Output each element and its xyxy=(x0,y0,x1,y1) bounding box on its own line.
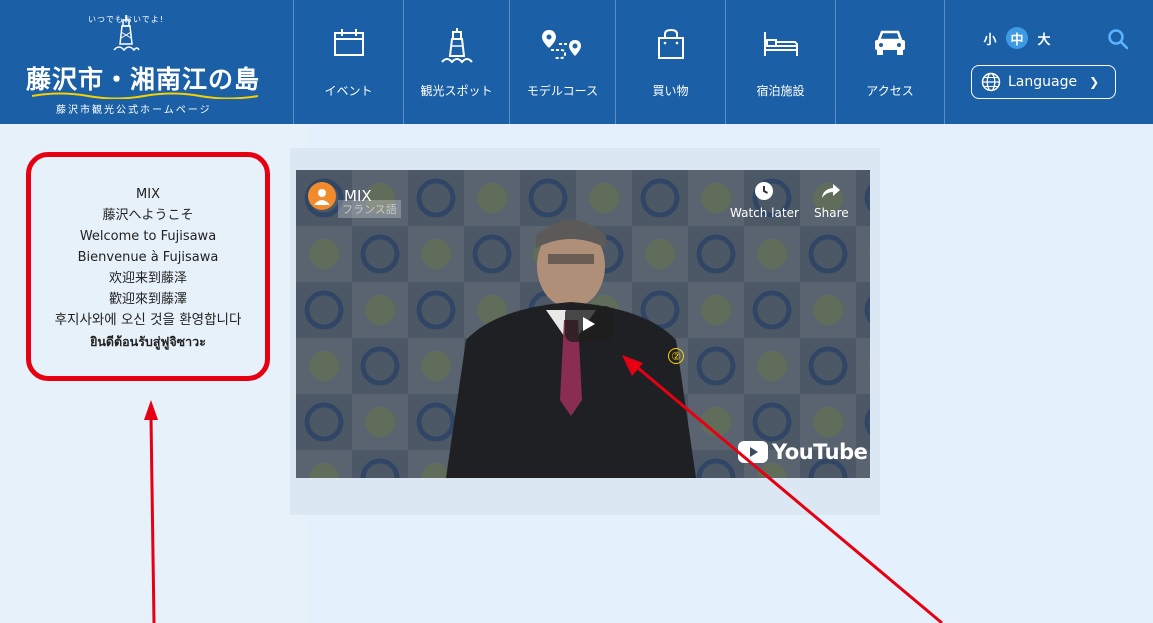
globe-icon xyxy=(981,72,1001,92)
logo-subtitle: 藤沢市観光公式ホームページ xyxy=(56,105,212,116)
calendar-icon xyxy=(333,29,364,56)
header-tools: 小 中 大 Language ❯ xyxy=(945,0,1153,124)
play-button[interactable] xyxy=(565,306,613,342)
nav-item-access[interactable]: アクセス xyxy=(835,0,945,124)
greeting-line: 藤沢へようこそ xyxy=(102,207,194,223)
greeting-line: Welcome to Fujisawa xyxy=(79,228,217,244)
logo-wave xyxy=(32,92,258,99)
site-header: いつでもおいでよ! 藤沢市・湘南江の島 藤沢市観光公式ホームページ イベント 観… xyxy=(0,0,1153,124)
nav-label: 買い物 xyxy=(652,84,689,98)
nav-label: イベント xyxy=(324,84,373,98)
nav-item-lodging[interactable]: 宿泊施設 xyxy=(725,0,835,124)
bed-icon xyxy=(763,32,798,56)
watch-later-label: Watch later xyxy=(730,206,799,220)
youtube-play-icon xyxy=(738,441,768,463)
nav-item-shopping[interactable]: 買い物 xyxy=(615,0,725,124)
share-label: Share xyxy=(814,206,849,220)
nav-label: アクセス xyxy=(866,84,914,98)
user-icon xyxy=(314,189,330,205)
main-nav: イベント 観光スポット モデルコース 買い物 宿泊施設 アクセス xyxy=(293,0,945,124)
logo-tagline: いつでもおいでよ! xyxy=(88,15,164,24)
font-size-switch: 小 中 大 xyxy=(979,27,1060,49)
chevron-down-icon: ❯ xyxy=(1089,75,1100,89)
shopping-bag-icon xyxy=(657,28,684,59)
greeting-line: MIX xyxy=(136,186,160,202)
play-icon xyxy=(583,317,595,331)
channel-avatar xyxy=(308,182,336,210)
font-size-medium[interactable]: 中 xyxy=(1006,27,1028,49)
route-icon xyxy=(541,30,581,59)
site-logo[interactable]: いつでもおいでよ! 藤沢市・湘南江の島 藤沢市観光公式ホームページ xyxy=(0,0,293,124)
nav-label: モデルコース xyxy=(526,84,599,98)
share-button[interactable]: Share xyxy=(814,180,849,220)
greeting-line: 欢迎来到藤泽 xyxy=(108,270,187,286)
greeting-annotation-box: MIX 藤沢へようこそ Welcome to Fujisawa Bienvenu… xyxy=(26,152,270,381)
nav-label: 観光スポット xyxy=(420,84,493,98)
nav-item-model-course[interactable]: モデルコース xyxy=(509,0,615,124)
youtube-logo[interactable]: YouTube xyxy=(738,440,868,464)
greeting-line: 후지사와에 오신 것을 환영합니다 xyxy=(54,311,242,328)
language-button[interactable]: Language ❯ xyxy=(971,65,1116,99)
nav-item-event[interactable]: イベント xyxy=(293,0,403,124)
lighthouse-icon xyxy=(440,28,473,64)
clock-icon xyxy=(755,182,774,200)
share-icon xyxy=(822,184,841,198)
subtitle-tag: フランス語 xyxy=(338,200,401,218)
annotation-marker: ② xyxy=(668,348,684,364)
nav-item-spots[interactable]: 観光スポット xyxy=(403,0,509,124)
greeting-line: 歡迎來到藤澤 xyxy=(108,291,187,307)
watch-later-button[interactable]: Watch later xyxy=(730,180,799,220)
greeting-line: Bienvenue à Fujisawa xyxy=(77,249,219,265)
youtube-wordmark: YouTube xyxy=(772,440,868,464)
search-icon[interactable] xyxy=(1107,28,1129,50)
nav-label: 宿泊施設 xyxy=(756,84,805,98)
youtube-video-player[interactable]: MIX フランス語 Watch later Share ② YouTube xyxy=(296,170,870,478)
font-size-small[interactable]: 小 xyxy=(979,27,1001,49)
greeting-line: ยินดีต้อนรับสู่ฟูจิซาวะ xyxy=(90,333,206,349)
font-size-large[interactable]: 大 xyxy=(1033,27,1055,49)
language-label: Language xyxy=(1008,74,1078,90)
car-icon xyxy=(875,30,905,55)
